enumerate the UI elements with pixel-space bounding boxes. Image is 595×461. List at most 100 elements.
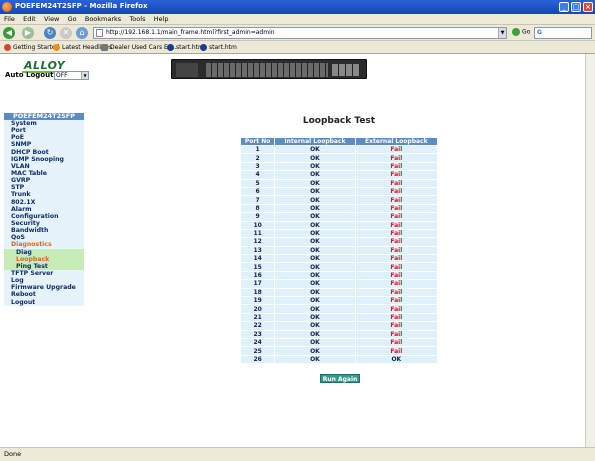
sidebar-item-dhcp-boot[interactable]: DHCP Boot	[4, 148, 84, 156]
port-number-cell: 13	[241, 246, 275, 255]
port-number-cell: 26	[241, 355, 275, 364]
sidebar-item-logout[interactable]: Logout	[4, 298, 84, 306]
sidebar-item-security[interactable]: Security	[4, 219, 84, 228]
port-number-cell: 11	[241, 229, 275, 238]
table-row: 9 OK Fail	[241, 213, 437, 221]
sidebar-item-diagnostics[interactable]: Diagnostics	[4, 241, 84, 249]
sidebar-menu: POEFEM24T2SFP System Port PoE SNMP DHCP …	[4, 113, 84, 306]
table-row: 3 OK Fail	[241, 162, 437, 171]
external-loopback-cell: Fail	[355, 263, 437, 271]
sidebar-item-configuration[interactable]: Configuration	[4, 212, 84, 220]
menu-edit[interactable]: Edit	[23, 14, 36, 25]
sidebar-item-8021x[interactable]: 802.1X	[4, 198, 84, 206]
bookmark-start-1[interactable]: start.htm	[167, 43, 204, 52]
table-row: 23 OK Fail	[241, 330, 437, 338]
search-input[interactable]: G	[534, 27, 592, 39]
port-number-cell: 22	[241, 322, 275, 330]
table-row: 15 OK Fail	[241, 263, 437, 271]
table-row: 26 OK OK	[241, 355, 437, 364]
sidebar-item-snmp[interactable]: SNMP	[4, 141, 84, 149]
sidebar-item-tftp-server[interactable]: TFTP Server	[4, 269, 84, 278]
table-row: 13 OK Fail	[241, 246, 437, 255]
menu-go[interactable]: Go	[68, 14, 77, 25]
external-loopback-cell: Fail	[355, 255, 437, 263]
stop-icon[interactable]: ✕	[60, 27, 72, 39]
forward-icon[interactable]: ▶	[22, 27, 34, 39]
page-icon	[96, 29, 103, 37]
table-row: 12 OK Fail	[241, 238, 437, 246]
close-button[interactable]: ×	[583, 2, 593, 12]
back-icon[interactable]: ◀	[3, 27, 15, 39]
run-again-button[interactable]: Run Again	[320, 374, 360, 383]
menu-tools[interactable]: Tools	[129, 14, 145, 25]
internal-loopback-cell: OK	[275, 146, 355, 154]
sidebar-subitem-ping-test[interactable]: Ping Test	[4, 262, 84, 270]
internal-loopback-cell: OK	[275, 297, 355, 305]
sidebar-item-log[interactable]: Log	[4, 277, 84, 285]
sidebar-subitem-diag[interactable]: Diag	[4, 248, 84, 256]
menu-help[interactable]: Help	[154, 14, 169, 25]
sidebar-item-stp[interactable]: STP	[4, 184, 84, 192]
port-number-cell: 10	[241, 221, 275, 229]
menu-view[interactable]: View	[44, 14, 59, 25]
sidebar-item-bandwidth[interactable]: Bandwidth	[4, 227, 84, 235]
table-row: 24 OK Fail	[241, 338, 437, 347]
internal-loopback-cell: OK	[275, 204, 355, 213]
port-number-cell: 5	[241, 179, 275, 187]
table-row: 16 OK Fail	[241, 271, 437, 280]
internal-loopback-cell: OK	[275, 221, 355, 229]
table-row: 21 OK Fail	[241, 313, 437, 322]
table-row: 6 OK Fail	[241, 187, 437, 196]
sidebar-item-qos[interactable]: QoS	[4, 234, 84, 242]
sidebar-item-igmp-snooping[interactable]: IGMP Snooping	[4, 155, 84, 163]
sidebar-subitem-loopback[interactable]: Loopback	[4, 255, 84, 263]
internal-loopback-cell: OK	[275, 347, 355, 355]
menu-file[interactable]: File	[4, 14, 15, 25]
internal-loopback-cell: OK	[275, 238, 355, 246]
port-number-cell: 1	[241, 146, 275, 154]
rss-icon	[53, 44, 60, 51]
port-number-cell: 23	[241, 330, 275, 338]
table-row: 10 OK Fail	[241, 221, 437, 229]
sidebar-item-port[interactable]: Port	[4, 127, 84, 135]
firefox-icon	[2, 2, 12, 12]
sidebar-item-poe[interactable]: PoE	[4, 134, 84, 142]
sidebar-item-system[interactable]: System	[4, 120, 84, 128]
globe-icon	[200, 44, 207, 51]
sidebar-item-vlan[interactable]: VLAN	[4, 162, 84, 170]
external-loopback-cell: Fail	[355, 196, 437, 204]
internal-loopback-cell: OK	[275, 322, 355, 330]
internal-loopback-cell: OK	[275, 229, 355, 238]
bookmark-start-2[interactable]: start.htm	[200, 43, 237, 52]
vertical-scrollbar[interactable]	[585, 54, 595, 447]
autologout-select[interactable]: OFF ▼	[54, 71, 89, 80]
bookmark-getting-started[interactable]: Getting Started	[4, 43, 59, 52]
table-row: 17 OK Fail	[241, 280, 437, 288]
url-input[interactable]: http://192.168.1.1/main_frame.html?first…	[93, 27, 507, 39]
table-row: 5 OK Fail	[241, 179, 437, 187]
column-header-port: Port No	[241, 138, 275, 145]
bookmark-dealer-used-cars[interactable]: Dealer Used Cars Es...	[101, 43, 177, 52]
search-icon: G	[537, 29, 542, 36]
table-row: 1 OK Fail	[241, 146, 437, 154]
table-row: 4 OK Fail	[241, 171, 437, 179]
sidebar-item-trunk[interactable]: Trunk	[4, 191, 84, 199]
url-dropdown-icon[interactable]: ▼	[498, 28, 506, 38]
menu-bookmarks[interactable]: Bookmarks	[85, 14, 121, 25]
reload-icon[interactable]: ↻	[44, 27, 56, 39]
sidebar-item-gvrp[interactable]: GVRP	[4, 177, 84, 185]
table-row: 22 OK Fail	[241, 322, 437, 330]
sidebar-item-alarm[interactable]: Alarm	[4, 205, 84, 213]
maximize-button[interactable]: □	[571, 2, 581, 12]
home-icon[interactable]: ⌂	[76, 27, 88, 39]
sidebar-item-firmware-upgrade[interactable]: Firmware Upgrade	[4, 284, 84, 292]
menu-bar: File Edit View Go Bookmarks Tools Help	[0, 14, 595, 25]
table-row: 18 OK Fail	[241, 288, 437, 297]
minimize-button[interactable]: _	[559, 2, 569, 12]
sidebar-item-reboot[interactable]: Reboot	[4, 291, 84, 299]
go-button[interactable]: Go	[512, 28, 530, 36]
table-row: 11 OK Fail	[241, 229, 437, 238]
chevron-down-icon: ▼	[81, 72, 88, 79]
port-number-cell: 18	[241, 288, 275, 297]
sidebar-item-mac-table[interactable]: MAC Table	[4, 169, 84, 178]
